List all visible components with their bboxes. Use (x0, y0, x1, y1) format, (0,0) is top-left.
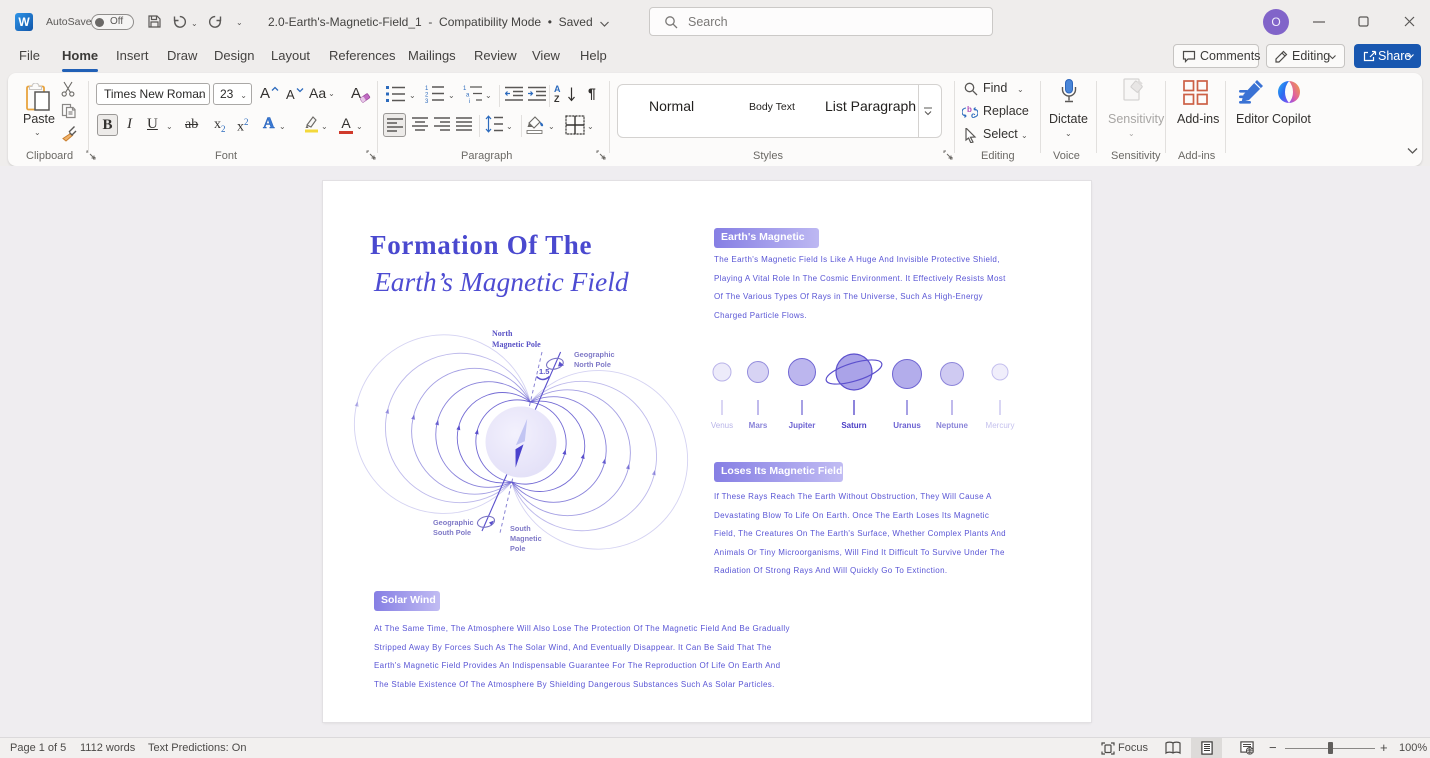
svg-text:i: i (469, 99, 470, 103)
svg-text:Jupiter: Jupiter (789, 421, 816, 430)
svg-text:Mars: Mars (749, 421, 768, 430)
svg-text:1: 1 (425, 86, 429, 92)
svg-text:Pole: Pole (510, 544, 525, 553)
svg-text:South Pole: South Pole (433, 528, 471, 537)
svg-text:Uranus: Uranus (893, 421, 921, 430)
svg-text:a: a (466, 93, 470, 99)
svg-text:Geographic: Geographic (433, 518, 474, 527)
svg-text:Mercury: Mercury (986, 421, 1015, 430)
svg-text:South: South (510, 524, 531, 533)
svg-text:1.5: 1.5 (539, 367, 549, 376)
svg-text:c: c (971, 111, 976, 120)
svg-text:North Pole: North Pole (574, 360, 611, 369)
svg-text:Neptune: Neptune (936, 421, 969, 430)
svg-text:Venus: Venus (711, 421, 733, 430)
svg-text:North: North (492, 329, 513, 338)
svg-text:Geographic: Geographic (574, 350, 615, 359)
svg-text:Magnetic Pole: Magnetic Pole (492, 340, 541, 349)
svg-text:2: 2 (425, 93, 429, 99)
svg-text:3: 3 (425, 99, 429, 103)
svg-text:Magnetic: Magnetic (510, 534, 542, 543)
svg-text:1: 1 (463, 86, 467, 92)
svg-text:Saturn: Saturn (841, 421, 866, 430)
